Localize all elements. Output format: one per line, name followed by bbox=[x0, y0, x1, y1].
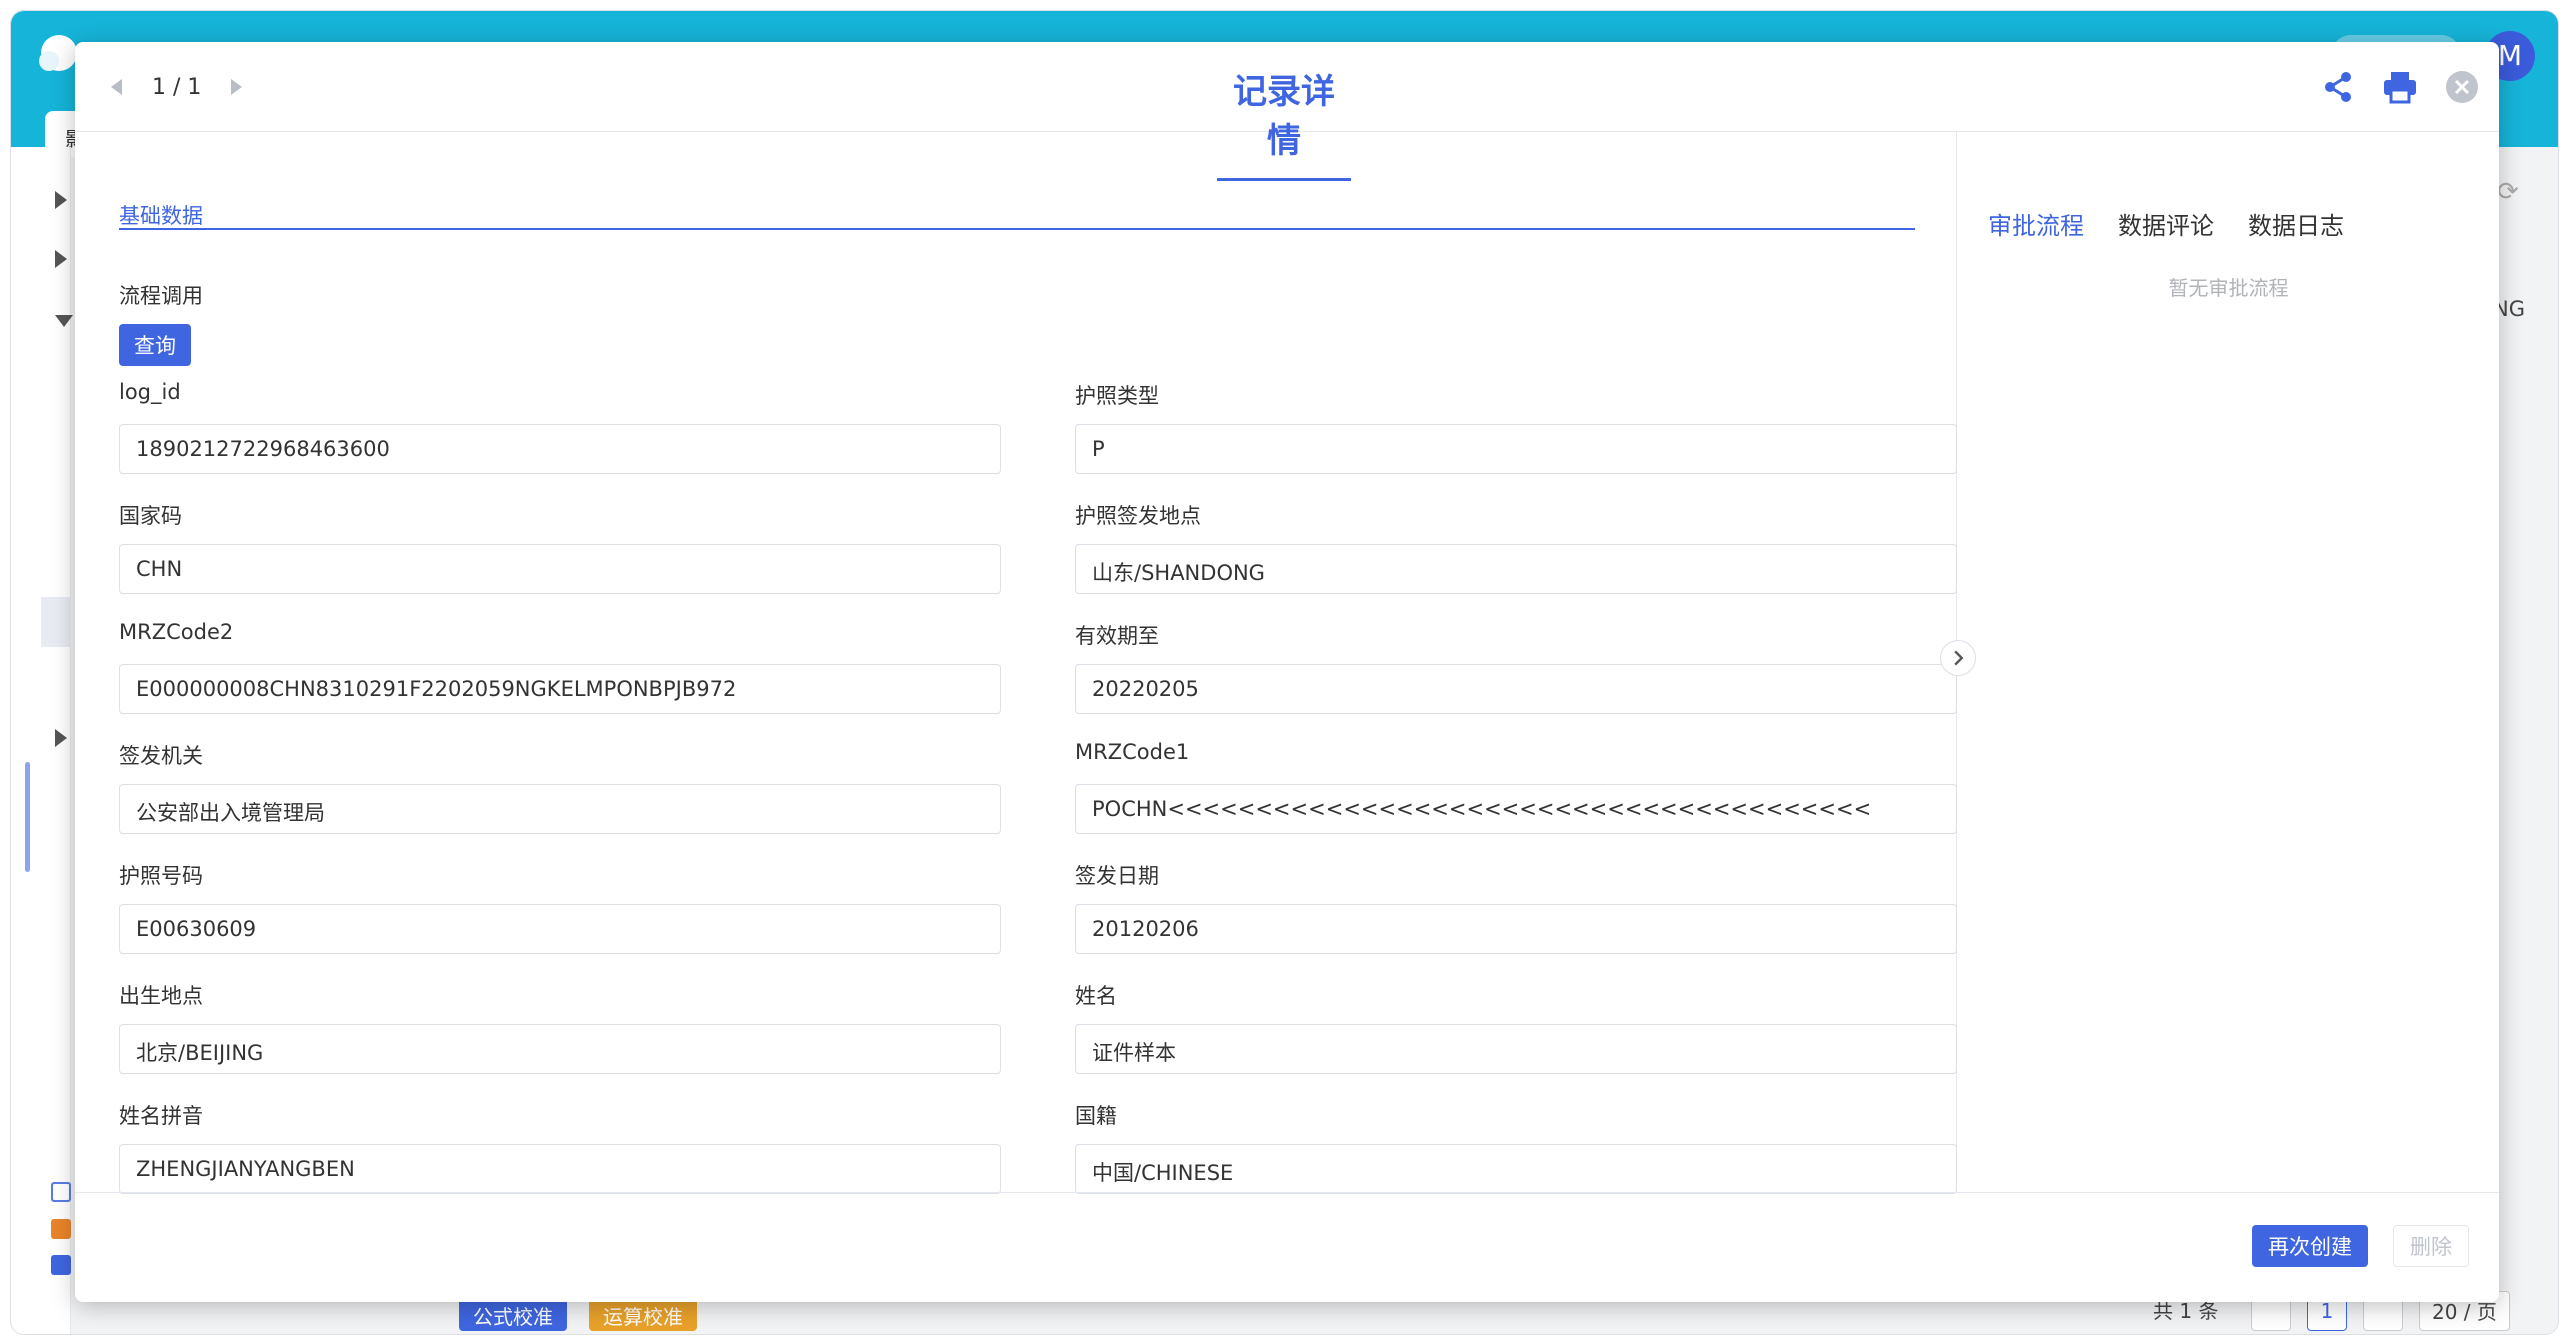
field-label: 国籍 bbox=[1075, 1104, 1117, 1128]
delete-button[interactable]: 删除 bbox=[2393, 1225, 2469, 1267]
field-value[interactable]: 公安部出入境管理局 bbox=[119, 784, 1001, 834]
caret-right-icon[interactable] bbox=[55, 729, 67, 747]
main-pane: 基础数据 流程调用 查询 log_id 1890212722968463600 护照… bbox=[75, 132, 1957, 1194]
form-field: 姓名 证件样本 bbox=[1075, 980, 1957, 1074]
field-label: 护照签发地点 bbox=[1075, 504, 1201, 528]
field-label: MRZCode2 bbox=[119, 620, 234, 644]
field-value[interactable]: P bbox=[1075, 424, 1957, 474]
field-value[interactable]: CHN bbox=[119, 544, 1001, 594]
recreate-button[interactable]: 再次创建 bbox=[2252, 1225, 2368, 1267]
record-pager: 1 / 1 bbox=[111, 72, 243, 102]
caret-right-icon[interactable] bbox=[55, 191, 67, 209]
form-field: 护照号码 E00630609 bbox=[119, 860, 1001, 954]
side-pane: 审批流程 数据评论 数据日志 暂无审批流程 bbox=[1958, 132, 2499, 1192]
query-button[interactable]: 查询 bbox=[119, 324, 191, 366]
field-label: 有效期至 bbox=[1075, 624, 1159, 648]
field-label: 姓名 bbox=[1075, 984, 1117, 1008]
form-icon[interactable] bbox=[51, 1182, 71, 1202]
field-label: log_id bbox=[119, 380, 181, 404]
record-detail-modal: 1 / 1 记录详情 基础数据 流程调用 查询 log_id 189021272… bbox=[75, 42, 2499, 1302]
form-field: 姓名拼音 ZHENGJIANYANGBEN bbox=[119, 1100, 1001, 1194]
field-label: MRZCode1 bbox=[1075, 740, 1190, 764]
field-value[interactable]: ZHENGJIANYANGBEN bbox=[119, 1144, 1001, 1194]
modal-header: 1 / 1 记录详情 bbox=[75, 42, 2499, 181]
field-value[interactable]: 20120206 bbox=[1075, 904, 1957, 954]
tab-data-comments[interactable]: 数据评论 bbox=[2118, 206, 2214, 241]
field-value[interactable]: POCHN<<<<<<<<<<<<<<<<<<<<<<<<<<<<<<<<<<<… bbox=[1075, 784, 1957, 834]
field-label: 签发机关 bbox=[119, 744, 203, 768]
side-tabs: 审批流程 数据评论 数据日志 bbox=[1988, 206, 2378, 241]
field-label: 签发日期 bbox=[1075, 864, 1159, 888]
share-icon[interactable] bbox=[2319, 68, 2357, 106]
form-field: 签发机关公安部出入境管理局 bbox=[119, 740, 1001, 834]
form-field: 护照签发地点山东/SHANDONG bbox=[1075, 500, 1957, 594]
caret-right-icon[interactable] bbox=[231, 79, 243, 95]
form-field: 签发日期 20120206 bbox=[1075, 860, 1957, 954]
print-icon[interactable] bbox=[2381, 68, 2419, 106]
field-value[interactable]: 中国/CHINESE bbox=[1075, 1144, 1957, 1194]
form-field: MRZCode1 POCHN<<<<<<<<<<<<<<<<<<<<<<<<<<<… bbox=[1075, 740, 1957, 834]
folder-icon[interactable] bbox=[51, 1255, 71, 1275]
screen: M 影 ⟳ NG 公式校准 运算校准 共 1 条 1 20 / 页 1 / 1 bbox=[0, 0, 2569, 1342]
modal-footer: 再次创建 删除 bbox=[75, 1192, 2499, 1302]
field-label: 护照类型 bbox=[1075, 384, 1159, 408]
caret-right-icon[interactable] bbox=[55, 250, 67, 268]
flow-call-label: 流程调用 bbox=[119, 284, 203, 308]
form-field: 出生地点北京/BEIJING bbox=[119, 980, 1001, 1074]
tab-basic-data[interactable]: 基础数据 bbox=[119, 200, 1915, 230]
app-sidebar bbox=[11, 147, 73, 1334]
tab-data-log[interactable]: 数据日志 bbox=[2248, 206, 2344, 241]
field-label: 国家码 bbox=[119, 504, 182, 528]
field-value[interactable]: 山东/SHANDONG bbox=[1075, 544, 1957, 594]
field-value[interactable]: 1890212722968463600 bbox=[119, 424, 1001, 474]
form-field: MRZCode2 E000000008CHN8310291F2202059NGKE… bbox=[119, 620, 1001, 714]
close-icon[interactable] bbox=[2443, 68, 2481, 106]
field-label: 护照号码 bbox=[119, 864, 203, 888]
sidebar-selected-item[interactable] bbox=[41, 597, 71, 647]
field-value[interactable]: 北京/BEIJING bbox=[119, 1024, 1001, 1074]
pager-text: 1 / 1 bbox=[152, 74, 202, 100]
form-field: 国籍中国/CHINESE bbox=[1075, 1100, 1957, 1194]
caret-down-icon[interactable] bbox=[55, 315, 73, 327]
field-value[interactable]: 证件样本 bbox=[1075, 1024, 1957, 1074]
refresh-icon[interactable]: ⟳ bbox=[2497, 177, 2519, 207]
form-field: log_id 1890212722968463600 bbox=[119, 380, 1001, 474]
field-value[interactable]: E00630609 bbox=[119, 904, 1001, 954]
field-value[interactable]: 20220205 bbox=[1075, 664, 1957, 714]
form-field: 护照类型 P bbox=[1075, 380, 1957, 474]
table-icon[interactable] bbox=[51, 1219, 71, 1239]
field-value[interactable]: E000000008CHN8310291F2202059NGKELMPONBPJ… bbox=[119, 664, 1001, 714]
tab-approval-flow[interactable]: 审批流程 bbox=[1988, 206, 2084, 241]
sidebar-scrollbar[interactable] bbox=[25, 762, 30, 872]
field-label: 姓名拼音 bbox=[119, 1104, 203, 1128]
form-field: 有效期至 20220205 bbox=[1075, 620, 1957, 714]
caret-left-icon[interactable] bbox=[111, 79, 122, 95]
form-field: 国家码 CHN bbox=[119, 500, 1001, 594]
field-label: 出生地点 bbox=[119, 984, 203, 1008]
empty-approval-text: 暂无审批流程 bbox=[2168, 276, 2289, 300]
